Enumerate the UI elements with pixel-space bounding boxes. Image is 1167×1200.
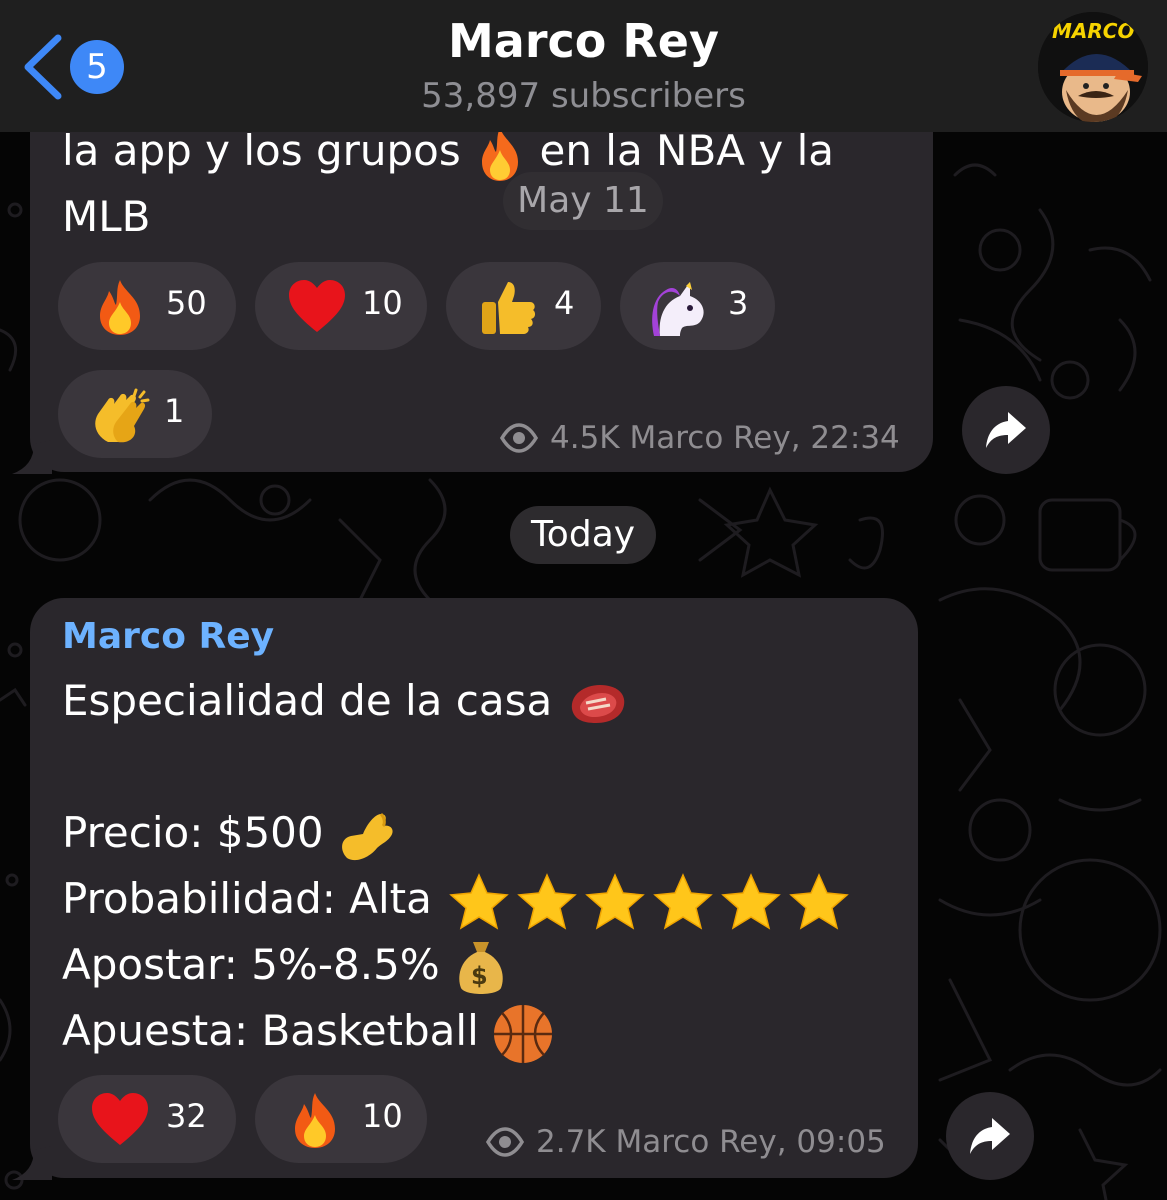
- subscriber-count: 53,897 subscribers: [421, 76, 746, 116]
- message-1-meta: 4.5K Marco Rey, 22:34: [500, 420, 910, 460]
- chat-header: 5 Marco Rey 53,897 subscribers MARCO: [0, 0, 1167, 132]
- reaction-count: 10: [362, 284, 403, 322]
- fire-icon: [100, 280, 140, 335]
- channel-title[interactable]: Marco Rey: [0, 14, 1167, 68]
- share-button[interactable]: [962, 386, 1050, 474]
- channel-avatar[interactable]: MARCO REY: [1038, 12, 1148, 122]
- basketball-icon: [494, 1004, 553, 1063]
- message-2-meta: 2.7K Marco Rey, 09:05: [486, 1124, 896, 1164]
- views-eye-icon: [500, 423, 538, 453]
- forward-arrow-icon: [970, 1118, 1010, 1154]
- reaction-heart[interactable]: 10: [255, 262, 427, 350]
- reaction-clapping[interactable]: 1: [58, 370, 212, 458]
- message-2-line-3: Precio: $500: [62, 800, 399, 866]
- clapping-hands-icon: [95, 388, 150, 443]
- fire-icon: [295, 1093, 335, 1148]
- bubble-tail: [12, 1146, 52, 1180]
- unicorn-icon: [652, 282, 704, 336]
- share-button[interactable]: [946, 1092, 1034, 1180]
- svg-text:$: $: [471, 962, 488, 990]
- reaction-count: 3: [728, 284, 749, 322]
- heart-icon: [92, 1093, 148, 1145]
- message-2-line-1: Especialidad de la casa: [62, 668, 628, 734]
- views-eye-icon: [486, 1127, 524, 1157]
- money-bag-icon: $: [459, 941, 503, 994]
- bubble-tail: [12, 440, 52, 474]
- five-stars-icon: [449, 872, 850, 930]
- reaction-count: 10: [362, 1097, 403, 1135]
- date-separator-today: Today: [510, 506, 656, 564]
- heart-icon: [289, 280, 345, 332]
- date-separator-may-11: May 11: [503, 172, 663, 230]
- reaction-unicorn[interactable]: 3: [620, 262, 775, 350]
- message-2-line-5: Apostar: 5%-8.5% $: [62, 932, 509, 998]
- pinching-hand-icon: [342, 812, 393, 860]
- forward-arrow-icon: [986, 412, 1026, 448]
- reaction-count: 32: [166, 1097, 207, 1135]
- message-1-text-line-2: MLB: [62, 192, 151, 241]
- avatar-illustration-icon: MARCO REY: [1038, 12, 1148, 122]
- reaction-count: 4: [554, 284, 575, 322]
- reaction-count: 1: [164, 392, 185, 430]
- reaction-fire[interactable]: 50: [58, 262, 236, 350]
- message-2-line-4: Probabilidad: Alta: [62, 866, 857, 932]
- reaction-thumbs-up[interactable]: 4: [446, 262, 601, 350]
- thumbs-up-icon: [482, 282, 536, 334]
- chat-screen: 5 Marco Rey 53,897 subscribers MARCO la …: [0, 0, 1167, 1200]
- reaction-fire[interactable]: 10: [255, 1075, 427, 1163]
- steak-emoji-icon: [571, 684, 624, 723]
- reaction-heart[interactable]: 32: [58, 1075, 236, 1163]
- reaction-count: 50: [166, 284, 207, 322]
- message-2-line-6: Apuesta: Basketball: [62, 998, 554, 1065]
- fire-emoji-icon: [482, 127, 519, 181]
- message-sender[interactable]: Marco Rey: [62, 616, 274, 657]
